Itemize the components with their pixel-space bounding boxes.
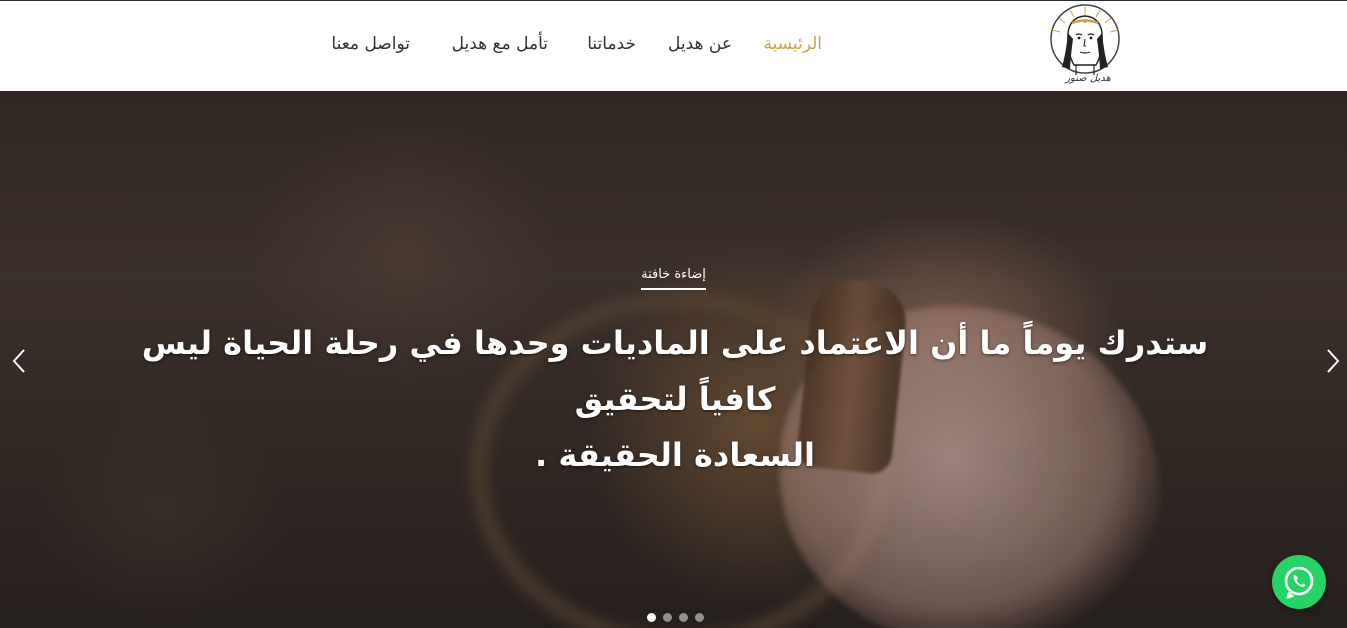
nav-item-home[interactable]: الرئيسية xyxy=(763,31,822,57)
slide-headline-line-2: السعادة الحقيقة . xyxy=(535,436,815,474)
whatsapp-icon xyxy=(1284,566,1314,599)
nav-item-meditate[interactable]: تأمل مع هديل xyxy=(452,31,548,57)
chevron-right-icon xyxy=(1327,349,1340,373)
slider-dot-3[interactable] xyxy=(679,613,688,622)
slide-eyebrow-text: إضاءة خافتة xyxy=(641,267,706,290)
slider-pagination xyxy=(645,613,705,625)
slider-dot-1[interactable] xyxy=(647,613,656,622)
slider-dot-4[interactable] xyxy=(695,613,704,622)
nav-item-about[interactable]: عن هديل xyxy=(668,31,732,57)
chevron-left-icon xyxy=(12,349,25,373)
whatsapp-chat-button[interactable] xyxy=(1272,555,1326,609)
slide-headline-line-1: ستدرك يوماً ما أن الاعتماد على الماديات … xyxy=(141,324,1209,418)
logo-portrait-icon xyxy=(1050,4,1120,75)
site-header: هديل صنور الرئيسية عن هديل خدماتنا تأمل … xyxy=(0,0,1347,91)
site-logo[interactable]: هديل صنور xyxy=(1040,3,1130,91)
main-nav: الرئيسية عن هديل خدماتنا تأمل مع هديل تو… xyxy=(322,31,822,57)
slide-eyebrow: إضاءة خافتة xyxy=(0,267,1347,290)
nav-item-contact[interactable]: تواصل معنا xyxy=(331,31,410,57)
hero-slider: إضاءة خافتة ستدرك يوماً ما أن الاعتماد ع… xyxy=(0,91,1347,628)
slider-prev-button[interactable] xyxy=(8,346,32,376)
slide-headline: ستدرك يوماً ما أن الاعتماد على الماديات … xyxy=(100,315,1250,483)
slider-dot-2[interactable] xyxy=(663,613,672,622)
logo-signature: هديل صنور xyxy=(1065,73,1111,84)
nav-item-services[interactable]: خدماتنا xyxy=(587,31,636,57)
slider-next-button[interactable] xyxy=(1320,346,1344,376)
